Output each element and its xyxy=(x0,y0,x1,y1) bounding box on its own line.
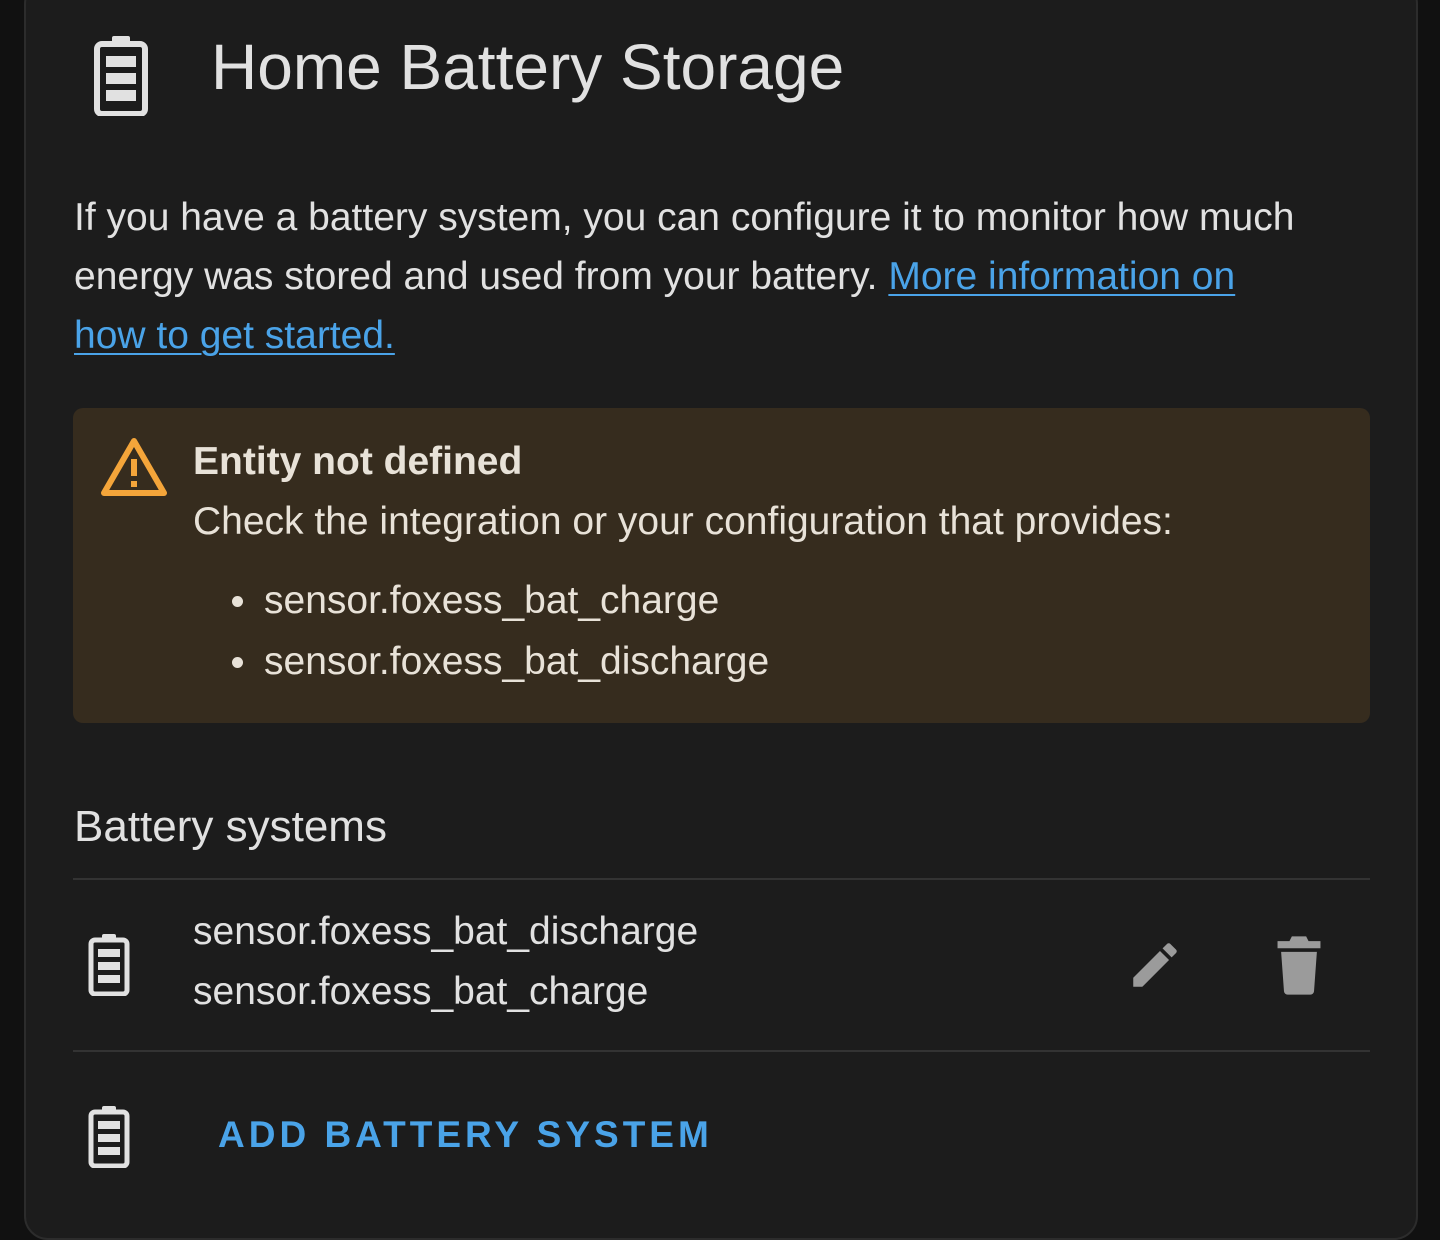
add-battery-system-button[interactable]: ADD BATTERY SYSTEM xyxy=(210,1108,721,1162)
battery-charge-entity: sensor.foxess_bat_charge xyxy=(193,970,649,1013)
missing-entity-list: sensor.foxess_bat_charge sensor.foxess_b… xyxy=(228,570,769,692)
divider xyxy=(73,1050,1370,1052)
edit-icon[interactable] xyxy=(1126,936,1184,994)
list-item: sensor.foxess_bat_discharge xyxy=(228,631,769,692)
list-item: sensor.foxess_bat_charge xyxy=(228,570,769,631)
battery-icon xyxy=(88,934,130,996)
warning-icon xyxy=(101,438,167,496)
section-title: Battery systems xyxy=(74,802,387,851)
battery-discharge-entity: sensor.foxess_bat_discharge xyxy=(193,910,699,953)
battery-icon xyxy=(88,1106,130,1168)
alert-title: Entity not defined xyxy=(193,440,523,483)
alert-message: Check the integration or your configurat… xyxy=(193,500,1173,543)
divider xyxy=(73,878,1370,880)
description: If you have a battery system, you can co… xyxy=(74,188,1314,365)
delete-icon[interactable] xyxy=(1270,934,1328,996)
page-title: Home Battery Storage xyxy=(211,31,845,103)
battery-icon xyxy=(94,36,148,116)
